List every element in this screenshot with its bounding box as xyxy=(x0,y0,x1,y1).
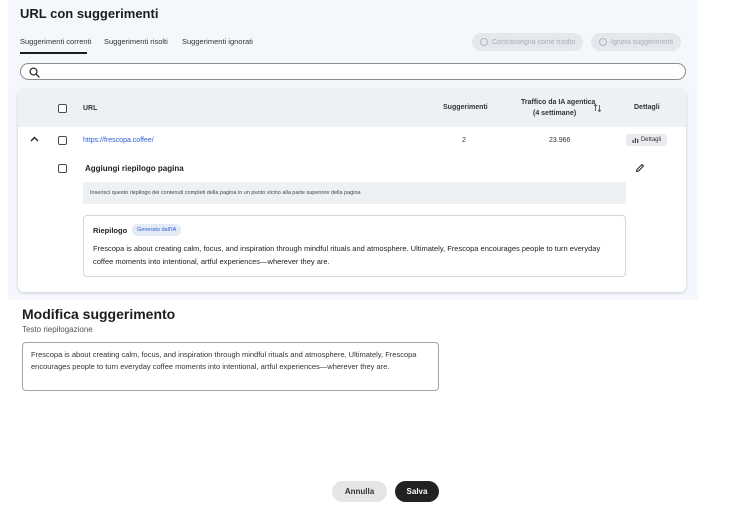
search-input[interactable] xyxy=(20,63,686,80)
ignore-suggestions-button[interactable]: Ignora suggerimenti xyxy=(591,33,681,51)
bar-chart-icon xyxy=(632,138,639,143)
details-button[interactable]: Dettagli xyxy=(626,134,667,146)
tab-ignored-suggestions[interactable]: Suggerimenti ignorati xyxy=(182,37,253,46)
summary-label: Riepilogo xyxy=(93,226,128,235)
table-header: URL Suggerimenti Traffico da IA agentica… xyxy=(18,89,686,127)
page-title: URL con suggerimenti xyxy=(20,6,159,21)
row-url-link[interactable]: https://frescopa.coffee/ xyxy=(83,137,154,144)
check-circle-icon xyxy=(480,38,488,46)
select-all-checkbox[interactable] xyxy=(58,104,67,113)
summary-text: Frescopa is about creating calm, focus, … xyxy=(93,244,601,266)
mark-resolved-button[interactable]: Contrassegna come risolto xyxy=(472,33,584,51)
edit-suggestion-title: Modifica suggerimento xyxy=(22,306,176,322)
column-url: URL xyxy=(83,105,98,112)
tab-current-suggestions[interactable]: Suggerimenti correnti xyxy=(20,37,91,46)
suggestion-title: Aggiungi riepilogo pagina xyxy=(85,164,184,173)
suggestions-table: URL Suggerimenti Traffico da IA agentica… xyxy=(18,89,686,292)
row-suggestion-count: 2 xyxy=(462,137,466,144)
column-details: Dettagli xyxy=(634,104,660,111)
details-button-label: Dettagli xyxy=(640,137,662,143)
edit-pencil-icon[interactable] xyxy=(635,163,645,173)
suggestion-checkbox[interactable] xyxy=(58,164,67,173)
tab-resolved-suggestions[interactable]: Suggerimenti risolti xyxy=(104,37,168,46)
save-button[interactable]: Salva xyxy=(395,481,439,502)
column-traffic-period: (4 settimane) xyxy=(533,110,577,117)
column-traffic[interactable]: Traffico da IA agentica xyxy=(521,99,595,106)
summary-card: Riepilogo Generato dall'IA Frescopa is a… xyxy=(83,215,626,277)
ignore-label: Ignora suggerimenti xyxy=(611,38,673,46)
search-icon xyxy=(29,67,40,78)
ai-generated-badge: Generato dall'IA xyxy=(132,224,182,236)
sort-icon[interactable] xyxy=(594,104,601,112)
summary-textarea[interactable]: Frescopa is about creating calm, focus, … xyxy=(22,342,439,391)
row-traffic-value: 23.966 xyxy=(549,137,571,144)
chevron-up-icon[interactable] xyxy=(30,136,39,142)
ignore-circle-icon xyxy=(599,38,607,46)
suggestion-description: Inserisci questo riepilogo dei contenuti… xyxy=(90,190,361,196)
mark-resolved-label: Contrassegna come risolto xyxy=(492,38,576,46)
column-suggestions: Suggerimenti xyxy=(443,104,488,111)
active-tab-indicator xyxy=(20,52,87,54)
summary-field-label: Testo riepilogazione xyxy=(22,325,93,334)
cancel-button[interactable]: Annulla xyxy=(332,481,387,502)
row-checkbox[interactable] xyxy=(58,136,67,145)
